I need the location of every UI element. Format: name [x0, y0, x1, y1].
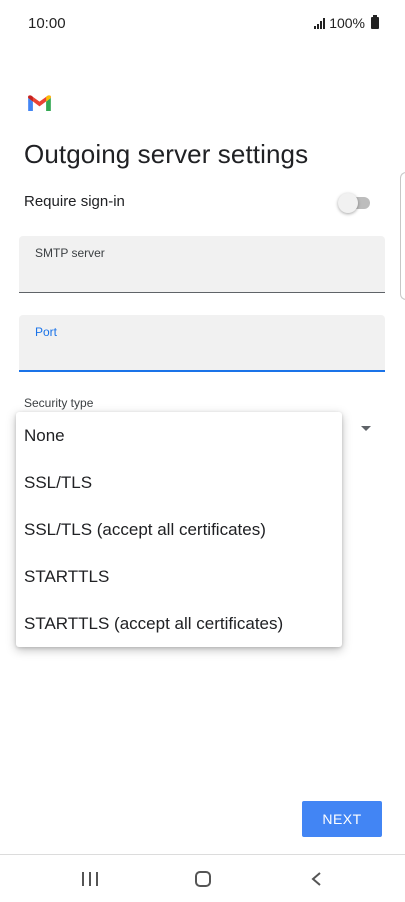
- signal-icon: [314, 17, 326, 29]
- page-title: Outgoing server settings: [24, 139, 309, 169]
- edge-panel-handle[interactable]: [400, 172, 405, 300]
- navigation-bar: [0, 854, 405, 902]
- security-option-starttls-accept-all[interactable]: STARTTLS (accept all certificates): [16, 600, 342, 647]
- battery-icon: [371, 15, 379, 29]
- require-signin-row[interactable]: Require sign-in: [24, 190, 374, 216]
- back-icon[interactable]: [310, 871, 324, 887]
- battery-percent: 100%: [329, 15, 365, 31]
- dropdown-arrow-icon[interactable]: [361, 426, 371, 431]
- security-option-starttls[interactable]: STARTTLS: [16, 553, 342, 600]
- screen: 10:00 100% Outgoing server settings Requ…: [0, 0, 405, 902]
- status-bar: 10:00 100%: [0, 0, 405, 46]
- status-time: 10:00: [28, 15, 66, 32]
- security-option-ssl-tls-accept-all[interactable]: SSL/TLS (accept all certificates): [16, 506, 342, 553]
- next-button[interactable]: NEXT: [302, 801, 382, 837]
- security-type-dropdown: None SSL/TLS SSL/TLS (accept all certifi…: [16, 412, 342, 647]
- port-input[interactable]: [35, 344, 365, 362]
- home-icon[interactable]: [195, 871, 211, 887]
- security-type-label: Security type: [24, 396, 94, 410]
- smtp-server-input[interactable]: [35, 266, 365, 284]
- smtp-server-label: SMTP server: [35, 246, 105, 260]
- gmail-icon: [28, 95, 51, 112]
- recents-icon[interactable]: [82, 872, 98, 886]
- security-option-none[interactable]: None: [16, 412, 342, 459]
- security-option-ssl-tls[interactable]: SSL/TLS: [16, 459, 342, 506]
- port-field[interactable]: Port: [19, 315, 385, 372]
- toggle-thumb: [338, 193, 358, 213]
- require-signin-toggle[interactable]: [338, 192, 370, 214]
- status-indicators: 100%: [314, 15, 379, 31]
- require-signin-label: Require sign-in: [24, 193, 125, 210]
- smtp-server-field[interactable]: SMTP server: [19, 236, 385, 293]
- port-label: Port: [35, 325, 58, 339]
